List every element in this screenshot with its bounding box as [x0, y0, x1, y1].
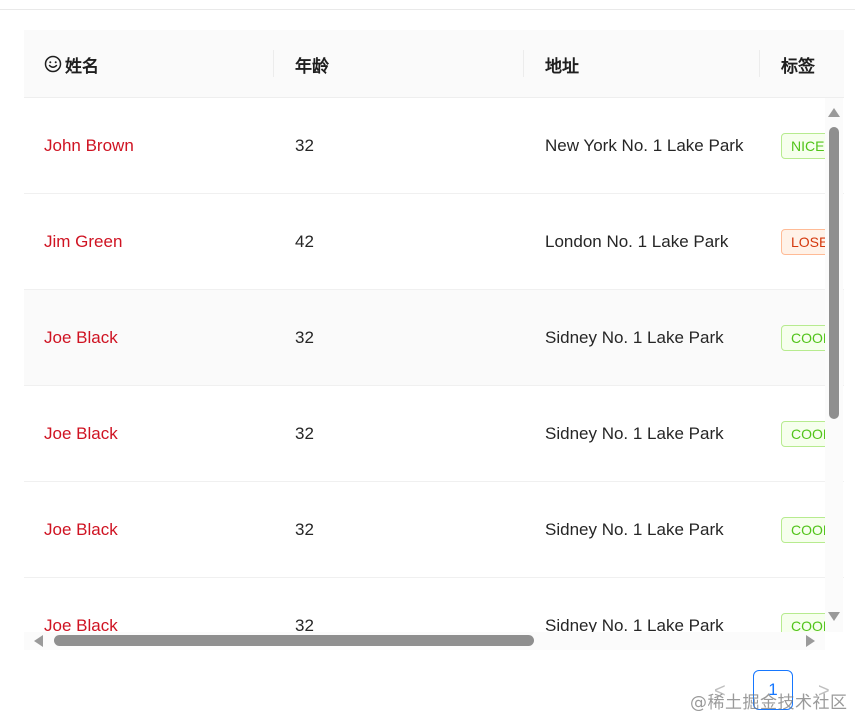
table-row[interactable]: Joe Black 32 Sidney No. 1 Lake Park COOL [24, 386, 844, 482]
column-header-tags[interactable]: 标签 [759, 30, 815, 98]
age-cell: 32 [295, 424, 314, 443]
name-cell[interactable]: John Brown [44, 98, 134, 194]
age-cell: 42 [295, 232, 314, 251]
data-table: 姓名 年龄 地址 标签 John Brown 32 New York No. 1… [24, 30, 844, 650]
name-cell[interactable]: Joe Black [44, 482, 118, 578]
name-cell[interactable]: Joe Black [44, 578, 118, 632]
address-cell: Sidney No. 1 Lake Park [545, 520, 724, 539]
watermark: @稀土掘金技术社区 [690, 693, 848, 713]
column-header-label: 地址 [545, 56, 579, 77]
table-body: John Brown 32 New York No. 1 Lake Park N… [24, 98, 844, 632]
age-cell: 32 [295, 520, 314, 539]
address-cell: Sidney No. 1 Lake Park [545, 424, 724, 443]
table-header: 姓名 年龄 地址 标签 [24, 30, 844, 98]
address-cell: New York No. 1 Lake Park [545, 136, 744, 155]
vertical-scroll-thumb[interactable] [829, 127, 839, 419]
scroll-up-arrow-icon[interactable] [828, 108, 840, 117]
column-header-label: 年龄 [295, 56, 329, 77]
age-cell: 32 [295, 136, 314, 155]
address-cell: Sidney No. 1 Lake Park [545, 616, 724, 632]
column-header-label: 标签 [781, 56, 815, 77]
table-row[interactable]: Joe Black 32 Sidney No. 1 Lake Park COOL [24, 290, 844, 386]
table-row[interactable]: Jim Green 42 London No. 1 Lake Park LOSE [24, 194, 844, 290]
address-cell: Sidney No. 1 Lake Park [545, 328, 724, 347]
table-row[interactable]: Joe Black 32 Sidney No. 1 Lake Park COOL [24, 482, 844, 578]
name-cell[interactable]: Joe Black [44, 386, 118, 482]
column-separator [759, 50, 760, 77]
age-cell: 32 [295, 328, 314, 347]
column-header-label: 姓名 [65, 56, 99, 77]
smile-icon [44, 55, 62, 73]
column-header-age[interactable]: 年龄 [273, 30, 329, 98]
column-separator [273, 50, 274, 77]
scroll-left-arrow-icon[interactable] [34, 635, 43, 647]
table-row[interactable]: Joe Black 32 Sidney No. 1 Lake Park COOL [24, 578, 844, 632]
horizontal-scroll-thumb[interactable] [54, 635, 534, 646]
table-row[interactable]: John Brown 32 New York No. 1 Lake Park N… [24, 98, 844, 194]
column-header-name[interactable]: 姓名 [44, 30, 99, 98]
top-divider [0, 9, 855, 10]
scroll-down-arrow-icon[interactable] [828, 612, 840, 621]
column-header-address[interactable]: 地址 [523, 30, 579, 98]
name-cell[interactable]: Joe Black [44, 290, 118, 386]
address-cell: London No. 1 Lake Park [545, 232, 729, 251]
age-cell: 32 [295, 616, 314, 632]
name-cell[interactable]: Jim Green [44, 194, 122, 290]
column-separator [523, 50, 524, 77]
scroll-right-arrow-icon[interactable] [806, 635, 815, 647]
